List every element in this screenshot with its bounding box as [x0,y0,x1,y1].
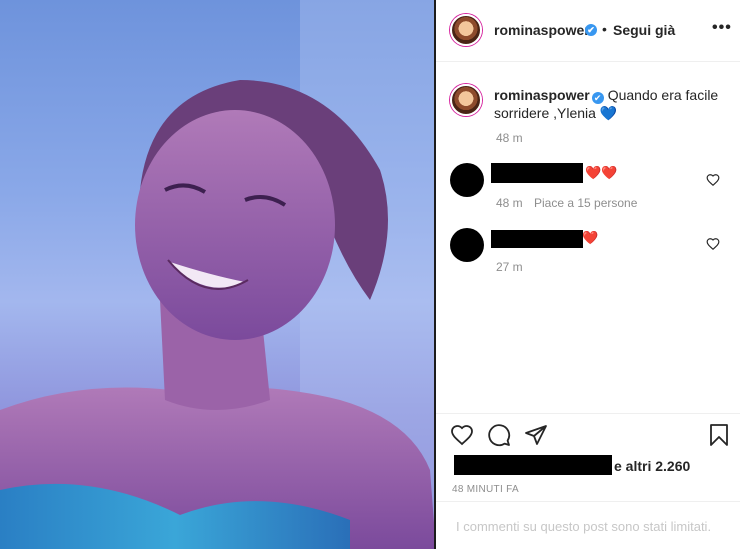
comment-icon[interactable] [487,423,511,447]
verified-icon: ✔ [585,24,597,36]
caption: rominaspower ✔ Quando era facile sorridere… [494,86,724,122]
redacted-username [491,230,583,248]
comment-avatar[interactable] [450,163,484,197]
redacted-liker [454,455,612,475]
post-sidebar: rominaspower ✔ • Segui già ••• rominaspo… [436,0,740,549]
comment-text: ❤️❤️ [585,165,618,180]
post-header: rominaspower ✔ • Segui già ••• [436,0,740,62]
caption-avatar[interactable] [450,84,482,116]
blue-heart-emoji: 💙 [599,105,618,121]
bookmark-icon[interactable] [707,423,731,447]
caption-time: 48 m [496,131,523,145]
like-comment-icon[interactable] [706,173,720,187]
divider [436,413,740,414]
caption-username[interactable]: rominaspower [494,87,590,103]
comments-limited-notice: I commenti su questo post sono stati lim… [456,519,712,534]
share-icon[interactable] [524,423,548,447]
following-button[interactable]: Segui già [613,22,675,38]
likes-count[interactable]: e altri 2.260 [614,458,690,474]
redacted-username [491,163,583,183]
author-avatar[interactable] [450,14,482,46]
like-comment-icon[interactable] [706,237,720,251]
comment-likes[interactable]: Piace a 15 persone [534,196,637,210]
photo-illustration [0,0,436,549]
author-username[interactable]: rominaspower [494,22,590,38]
post-photo[interactable] [0,0,436,549]
comment-avatar[interactable] [450,228,484,262]
post-timestamp[interactable]: 48 MINUTI FA [452,484,519,495]
like-icon[interactable] [450,423,474,447]
comment-time: 27 m [496,260,523,274]
comment-text: ❤️ [582,230,599,245]
verified-icon: ✔ [591,92,604,104]
divider [436,501,740,502]
comment-time: 48 m [496,196,523,210]
more-options-icon[interactable]: ••• [712,19,732,37]
separator-dot: • [602,21,607,37]
